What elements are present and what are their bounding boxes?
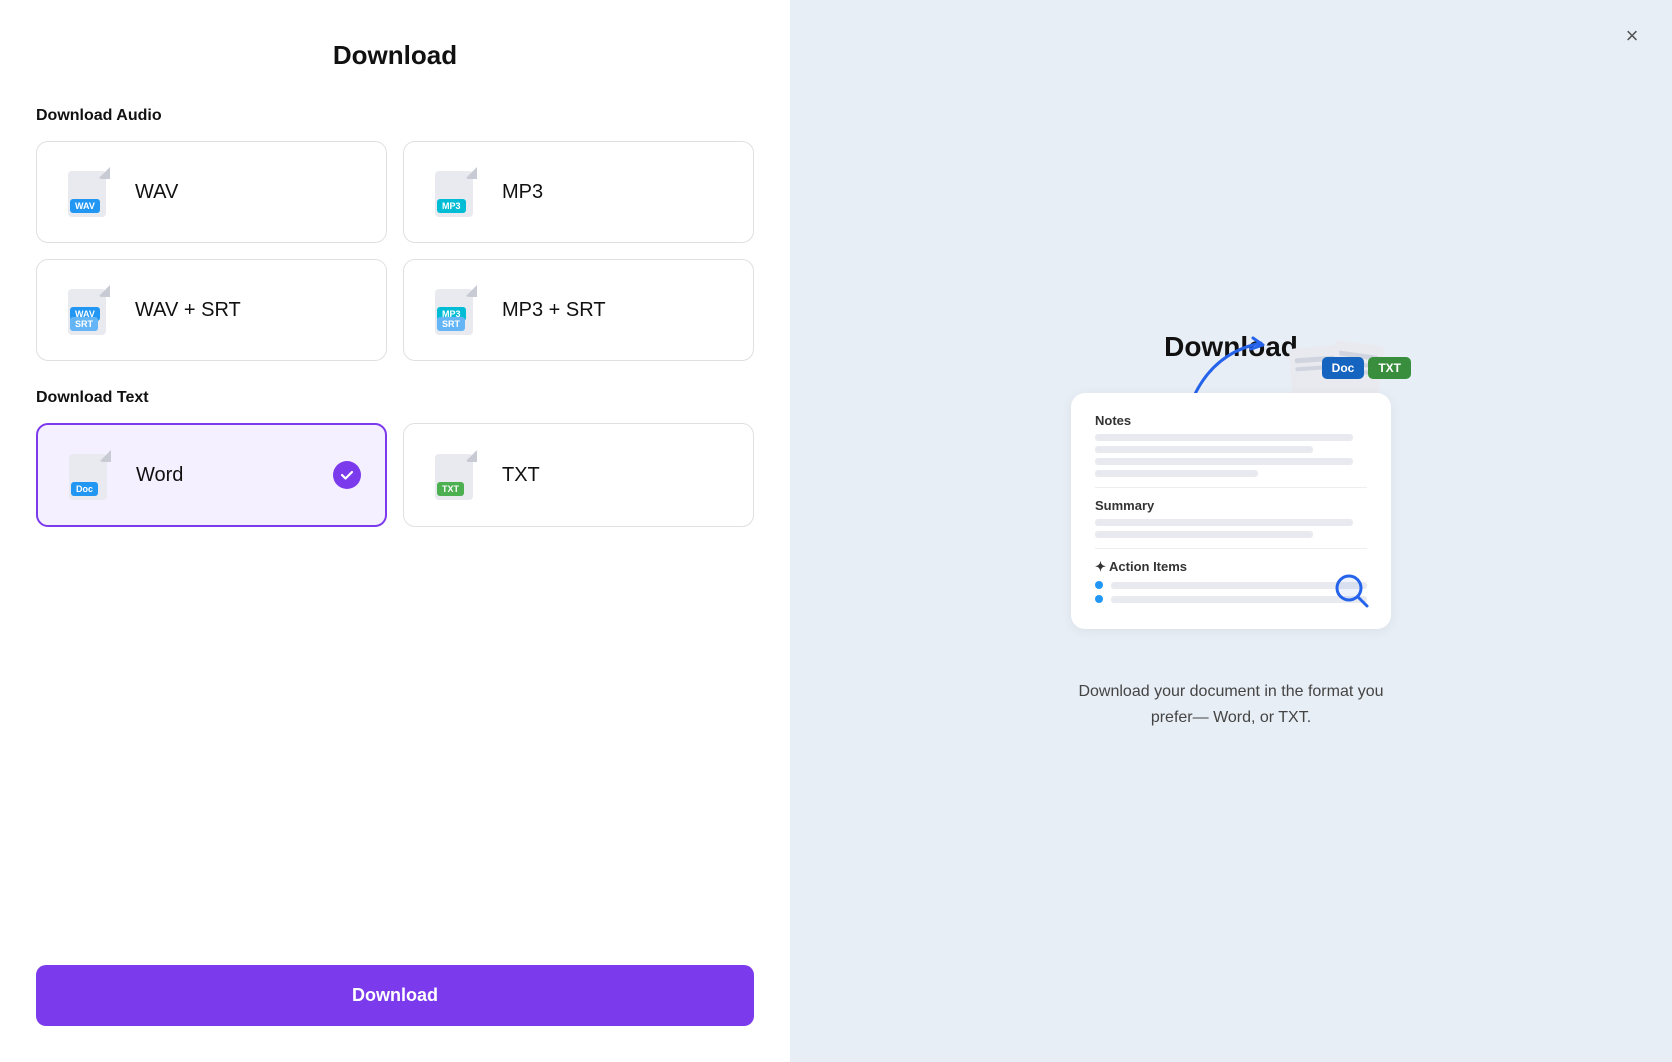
preview-action-items-label: ✦ Action Items (1095, 559, 1367, 575)
txt-icon-wrap: TXT (428, 447, 484, 503)
wav-srt-icon-wrap: WAV SRT (61, 282, 117, 338)
mp3-badge: MP3 (437, 199, 466, 213)
mp3-file-icon: MP3 (435, 167, 477, 217)
mp3-srt-label: MP3 + SRT (502, 299, 606, 322)
mp3-label: MP3 (502, 181, 543, 204)
float-doc-badge: Doc (1322, 357, 1365, 379)
close-button[interactable]: × (1616, 20, 1648, 52)
word-icon-wrap: Doc (62, 447, 118, 503)
preview-notes-label: Notes (1095, 413, 1367, 428)
left-panel-title: Download (36, 40, 754, 71)
audio-format-grid: WAV WAV MP3 MP3 WAV (36, 141, 754, 361)
float-badges: Doc TXT (1322, 357, 1411, 379)
word-check-icon (333, 461, 361, 489)
illustration-wrap: Doc TXT Notes Summary ✦ Action Items (1071, 393, 1391, 643)
wav-file-icon: WAV (68, 167, 110, 217)
preview-card: Notes Summary ✦ Action Items (1071, 393, 1391, 629)
mp3-srt-file-icon: MP3 SRT (435, 285, 477, 335)
txt-label: TXT (502, 464, 540, 487)
format-card-mp3-srt[interactable]: MP3 SRT MP3 + SRT (403, 259, 754, 361)
mp3-icon-wrap: MP3 (428, 164, 484, 220)
word-badge: Doc (71, 482, 98, 496)
wav-icon-wrap: WAV (61, 164, 117, 220)
format-card-word[interactable]: Doc Word (36, 423, 387, 527)
mp3-srt-badge2: SRT (437, 317, 465, 331)
wav-srt-badge2: SRT (70, 317, 98, 331)
download-button[interactable]: Download (36, 965, 754, 1026)
word-label: Word (136, 464, 183, 487)
text-format-grid: Doc Word TXT TXT (36, 423, 754, 527)
mp3-srt-icon-wrap: MP3 SRT (428, 282, 484, 338)
txt-badge: TXT (437, 482, 464, 496)
format-card-txt[interactable]: TXT TXT (403, 423, 754, 527)
audio-section-title: Download Audio (36, 107, 754, 125)
wav-srt-label: WAV + SRT (135, 299, 241, 322)
format-card-wav[interactable]: WAV WAV (36, 141, 387, 243)
format-card-wav-srt[interactable]: WAV SRT WAV + SRT (36, 259, 387, 361)
left-panel: Download Download Audio WAV WAV MP3 (0, 0, 790, 1062)
right-panel: × Download Doc TXT Notes (790, 0, 1672, 1062)
txt-file-icon: TXT (435, 450, 477, 500)
word-file-icon: Doc (69, 450, 111, 500)
text-section-title: Download Text (36, 389, 754, 407)
preview-summary-label: Summary (1095, 498, 1367, 513)
wav-badge: WAV (70, 199, 100, 213)
right-description: Download your document in the format you… (1071, 679, 1391, 730)
wav-label: WAV (135, 181, 178, 204)
wav-srt-file-icon: WAV SRT (68, 285, 110, 335)
magnifier-icon (1331, 570, 1371, 615)
float-txt-badge: TXT (1368, 357, 1411, 379)
format-card-mp3[interactable]: MP3 MP3 (403, 141, 754, 243)
